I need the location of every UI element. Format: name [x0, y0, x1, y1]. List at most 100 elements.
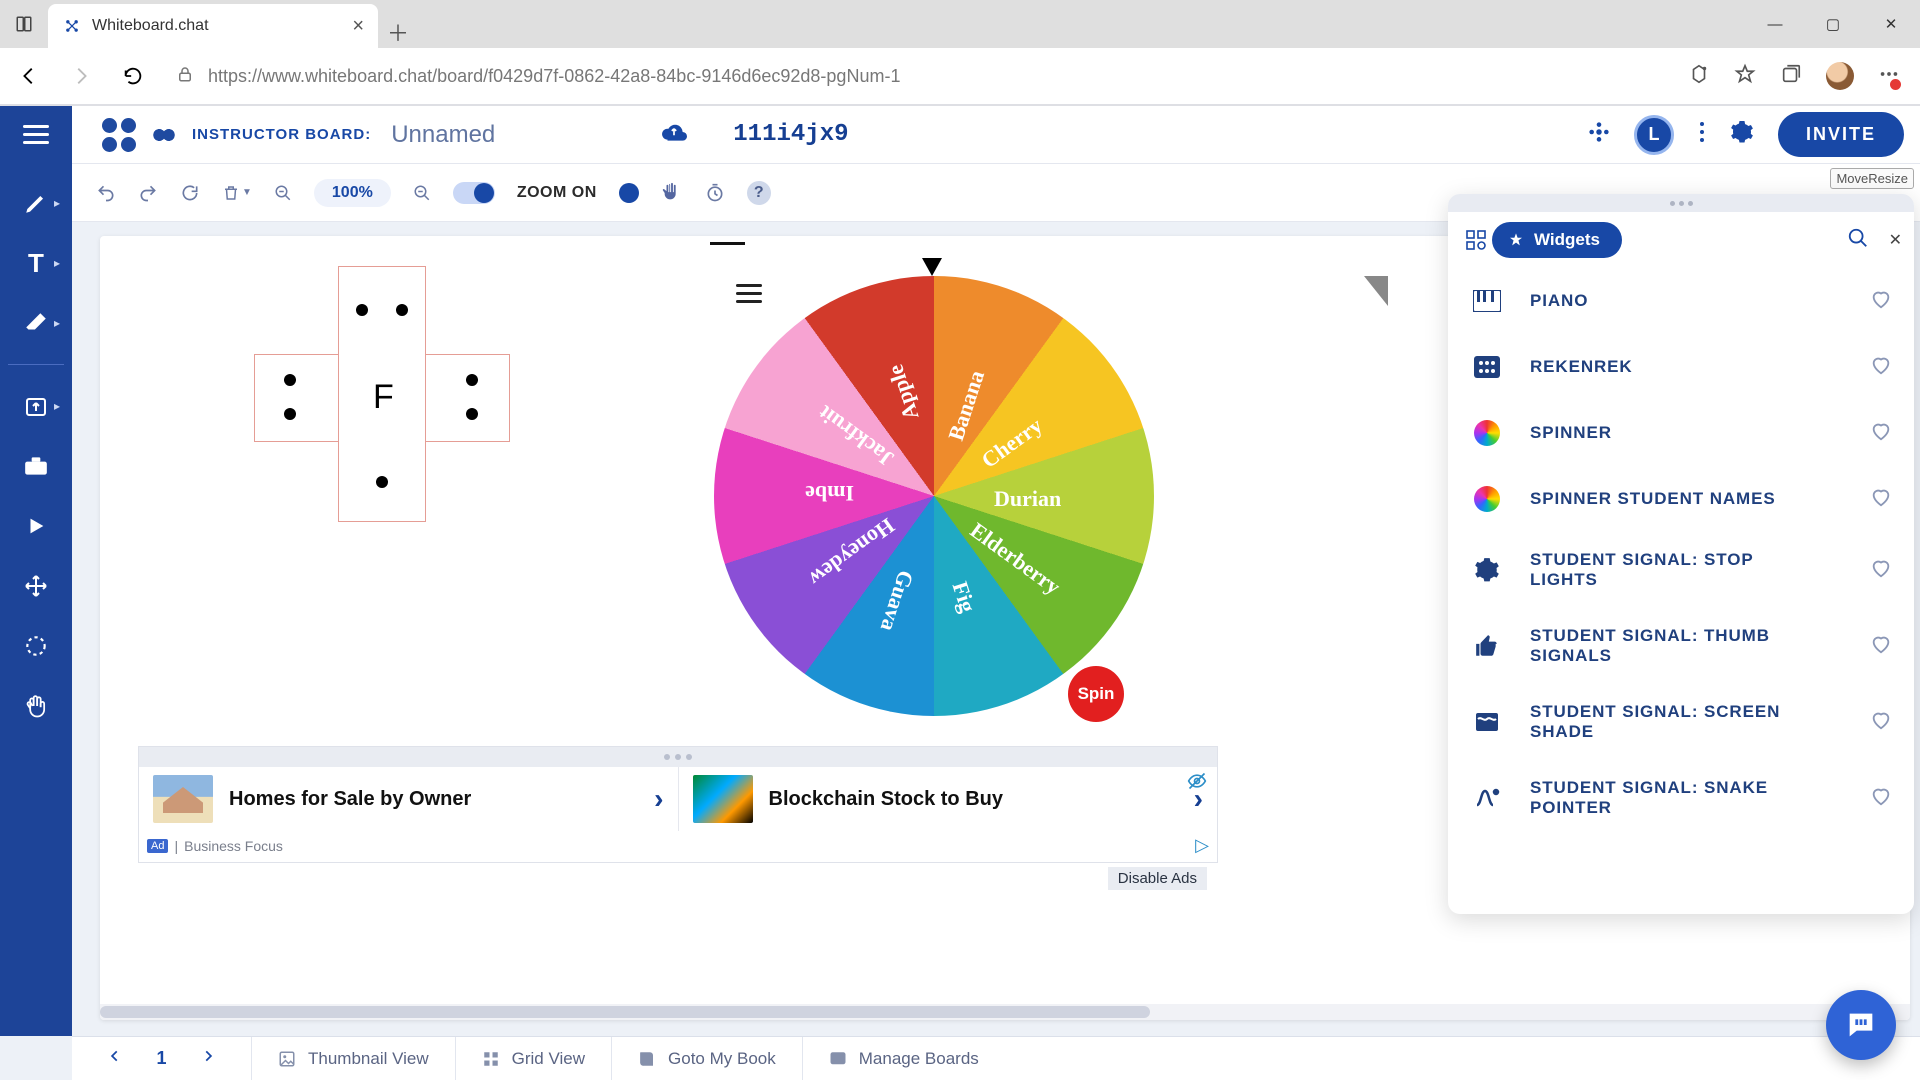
panel-search-icon[interactable]	[1847, 227, 1869, 254]
refresh-button[interactable]	[180, 183, 200, 203]
collections-icon[interactable]	[1780, 63, 1802, 90]
next-page-button[interactable]	[201, 1047, 215, 1070]
tab-close-icon[interactable]: ×	[352, 15, 364, 38]
redo-button[interactable]	[138, 183, 158, 203]
spinner-widget[interactable]: Banana Cherry Durian Elderberry Fig Guav…	[714, 276, 1154, 716]
favorite-icon[interactable]	[1870, 354, 1892, 381]
lasso-tool[interactable]	[8, 621, 64, 671]
favorite-icon[interactable]	[1870, 633, 1892, 660]
nav-reload-button[interactable]	[116, 59, 150, 93]
widgets-tab-label: Widgets	[1534, 230, 1600, 250]
ads-grip[interactable]	[139, 747, 1217, 767]
zoom-percentage[interactable]: 100%	[314, 179, 391, 207]
address-bar[interactable]: https://www.whiteboard.chat/board/f0429d…	[168, 59, 1670, 94]
cross-letter: F	[373, 378, 394, 417]
manage-boards-button[interactable]: Manage Boards	[803, 1037, 1005, 1080]
pen-tool[interactable]: ▸	[8, 178, 64, 228]
edit-title-icon[interactable]	[152, 125, 176, 145]
app-logo-icon[interactable]	[102, 118, 136, 152]
canvas-scrollbar[interactable]	[100, 1004, 1910, 1020]
window-maximize-button[interactable]: ▢	[1804, 0, 1862, 48]
more-menu-icon[interactable]	[1698, 121, 1706, 148]
thumbnail-view-button[interactable]: Thumbnail View	[252, 1037, 456, 1080]
new-tab-button[interactable]: ＋	[378, 16, 418, 48]
text-tool[interactable]: T▸	[8, 238, 64, 288]
help-button[interactable]: ?	[747, 181, 771, 205]
gestures-tool[interactable]	[8, 681, 64, 731]
bottom-label: Thumbnail View	[308, 1049, 429, 1069]
grid-view-button[interactable]: Grid View	[456, 1037, 612, 1080]
board-name[interactable]: Unnamed	[391, 121, 495, 149]
widget-item[interactable]: SPINNER	[1448, 400, 1914, 466]
disable-ads-button[interactable]: Disable Ads	[1108, 867, 1207, 890]
panel-grip[interactable]	[1448, 194, 1914, 212]
window-close-button[interactable]: ✕	[1862, 0, 1920, 48]
pan-hand-button[interactable]	[661, 182, 683, 204]
widgets-category-icon[interactable]	[1460, 224, 1492, 256]
adchoices-icon[interactable]: ▷	[1195, 835, 1209, 856]
widget-item[interactable]: SPINNER STUDENT NAMES	[1448, 466, 1914, 532]
timer-button[interactable]	[705, 183, 725, 203]
prev-page-button[interactable]	[108, 1047, 122, 1070]
bottom-label: Manage Boards	[859, 1049, 979, 1069]
move-tool[interactable]	[8, 561, 64, 611]
panel-close-icon[interactable]: ✕	[1889, 230, 1902, 250]
widget-item[interactable]: STUDENT SIGNAL: SNAKE POINTER	[1448, 760, 1914, 836]
chat-fab[interactable]	[1826, 990, 1896, 1060]
nav-back-button[interactable]	[12, 59, 46, 93]
toolbox-tool[interactable]	[8, 441, 64, 491]
undo-button[interactable]	[96, 183, 116, 203]
settings-flower-icon[interactable]	[1588, 121, 1610, 148]
selection-handle-icon[interactable]	[1364, 276, 1388, 306]
ad-item-1[interactable]: Homes for Sale by Owner ›	[139, 767, 679, 831]
zoom-out-small-button[interactable]	[274, 184, 292, 202]
read-aloud-icon[interactable]	[1688, 63, 1710, 90]
favorite-icon[interactable]	[1870, 420, 1892, 447]
browser-menu-button[interactable]	[1878, 63, 1900, 90]
cloud-save-icon[interactable]	[661, 119, 687, 150]
spinner-segment: Durian	[994, 486, 1061, 512]
spinner-segment: Jackfruit	[813, 400, 898, 472]
shade-icon	[1470, 707, 1504, 737]
spinner-segment: Elderberry	[965, 517, 1065, 600]
browser-tab[interactable]: Whiteboard.chat ×	[48, 4, 378, 48]
zoom-out-button[interactable]	[413, 184, 431, 202]
favorite-icon[interactable]	[1870, 785, 1892, 812]
favorite-icon[interactable]	[1870, 557, 1892, 584]
widgets-tab[interactable]: Widgets	[1492, 222, 1622, 258]
window-minimize-button[interactable]: —	[1746, 0, 1804, 48]
widget-item[interactable]: STUDENT SIGNAL: THUMB SIGNALS	[1448, 608, 1914, 684]
color-swatch[interactable]	[619, 183, 639, 203]
goto-book-button[interactable]: Goto My Book	[612, 1037, 803, 1080]
favorite-icon[interactable]	[1870, 288, 1892, 315]
widget-item[interactable]: PIANO	[1448, 268, 1914, 334]
favorites-icon[interactable]	[1734, 63, 1756, 90]
widget-menu-icon[interactable]	[736, 284, 762, 303]
nav-forward-button[interactable]	[64, 59, 98, 93]
cross-widget[interactable]: F	[254, 266, 510, 522]
settings-gear-icon[interactable]	[1730, 120, 1754, 149]
widget-item[interactable]: REKENREK	[1448, 334, 1914, 400]
join-code[interactable]: 111i4jx9	[733, 121, 848, 148]
widget-item[interactable]: STUDENT SIGNAL: SCREEN SHADE	[1448, 684, 1914, 760]
tab-actions-button[interactable]	[0, 0, 48, 48]
widget-item-label: REKENREK	[1530, 357, 1633, 377]
invite-button[interactable]: INVITE	[1778, 112, 1904, 157]
zoom-on-label: ZOOM ON	[517, 184, 597, 202]
user-avatar-chip[interactable]: L	[1634, 115, 1674, 155]
move-resize-button[interactable]: MoveResize	[1830, 168, 1914, 189]
upload-tool[interactable]: ▸	[8, 381, 64, 431]
favorite-icon[interactable]	[1870, 709, 1892, 736]
trash-button[interactable]: ▼	[222, 183, 252, 203]
play-tool[interactable]	[8, 501, 64, 551]
ad-item-2[interactable]: Blockchain Stock to Buy ›	[679, 767, 1218, 831]
widget-item[interactable]: STUDENT SIGNAL: STOP LIGHTS	[1448, 532, 1914, 608]
spin-button[interactable]: Spin	[1068, 666, 1124, 722]
main-menu-button[interactable]	[0, 106, 72, 164]
zoom-toggle[interactable]	[453, 182, 495, 204]
chevron-right-icon: ›	[654, 783, 663, 815]
profile-avatar[interactable]	[1826, 62, 1854, 90]
favorite-icon[interactable]	[1870, 486, 1892, 513]
ads-hide-icon[interactable]	[1187, 771, 1207, 796]
eraser-tool[interactable]: ▸	[8, 298, 64, 348]
